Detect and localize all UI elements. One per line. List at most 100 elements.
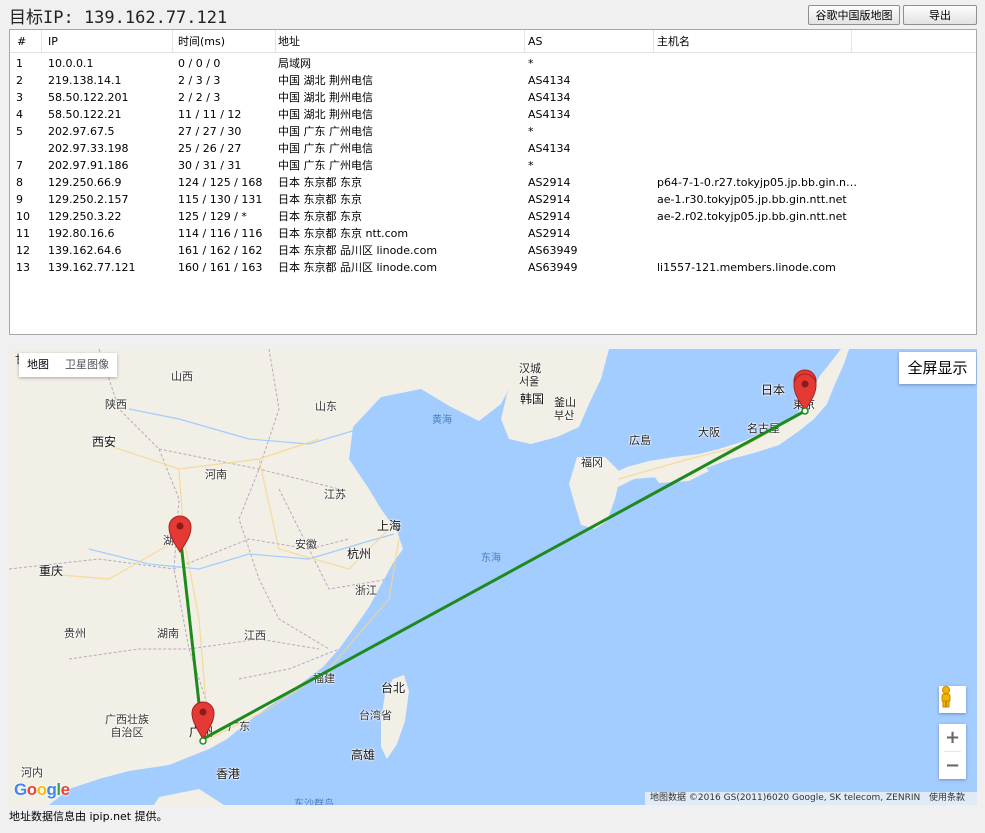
street-view-icon	[941, 686, 951, 708]
hop-ip: 129.250.3.22	[48, 210, 122, 223]
map-canvas	[9, 349, 849, 805]
hop-index: 7	[16, 159, 23, 172]
label-gaoxiong: 高雄	[351, 748, 376, 762]
table-row[interactable]: 4 58.50.122.21 11 / 11 / 12 中国 湖北 荆州电信 AS413…	[10, 106, 976, 123]
hop-index: 10	[16, 210, 30, 223]
hop-as: AS2914	[528, 227, 571, 240]
label-nagoya: 名古屋	[747, 422, 780, 435]
hop-ip: 139.162.77.121	[48, 261, 136, 274]
zoom-in-button[interactable]: +	[939, 724, 966, 751]
hop-as: *	[528, 57, 534, 70]
table-row[interactable]: 12 139.162.64.6 161 / 162 / 162 日本 东京都 品川区 …	[10, 242, 976, 259]
label-dongsha: 东沙群岛	[294, 799, 334, 805]
col-header-ip[interactable]: IP	[42, 30, 173, 52]
hop-as: AS4134	[528, 91, 571, 104]
label-korea: 韩国	[520, 392, 545, 406]
table-row[interactable]: 8 129.250.66.9 124 / 125 / 168 日本 东京都 东京 AS2…	[10, 174, 976, 191]
label-osaka: 大阪	[698, 426, 720, 439]
hop-location: 中国 广东 广州电信	[278, 142, 373, 155]
hop-hostname	[657, 89, 857, 106]
hop-as: *	[528, 125, 534, 138]
label-japan: 日本	[761, 383, 786, 397]
hop-ip: 219.138.14.1	[48, 74, 122, 87]
hop-location: 日本 东京都 东京 ntt.com	[278, 227, 409, 240]
label-hunan: 湖南	[157, 627, 179, 640]
hop-as: AS4134	[528, 74, 571, 87]
table-row[interactable]: 5 202.97.67.5 27 / 27 / 30 中国 广东 广州电信 *	[10, 123, 976, 140]
hop-time: 30 / 31 / 31	[178, 159, 242, 172]
fullscreen-button[interactable]: 全屏显示	[899, 352, 976, 384]
col-header-hostname[interactable]: 主机名	[654, 30, 852, 52]
label-fukuoka: 福冈	[581, 456, 603, 469]
label-east-sea: 东海	[481, 553, 501, 564]
table-row[interactable]: 10 129.250.3.22 125 / 129 / * 日本 东京都 东京 AS29…	[10, 208, 976, 225]
hop-time: 160 / 161 / 163	[178, 261, 263, 274]
table-row[interactable]: 7 202.97.91.186 30 / 31 / 31 中国 广东 广州电信 *	[10, 157, 976, 174]
google-china-map-button[interactable]: 谷歌中国版地图	[808, 5, 900, 25]
hop-location: 日本 东京都 品川区 linode.com	[278, 244, 438, 257]
hop-time: 27 / 27 / 30	[178, 125, 242, 138]
hop-as: AS2914	[528, 193, 571, 206]
map-attribution: 地图数据 ©2016 GS(2011)6020 Google, SK telec…	[645, 792, 977, 805]
hop-as: AS63949	[528, 244, 578, 257]
hop-index: 13	[16, 261, 30, 274]
table-row[interactable]: 13 139.162.77.121 160 / 161 / 163 日本 东京都 品川…	[10, 259, 976, 276]
hop-location: 中国 湖北 荆州电信	[278, 91, 373, 104]
hainan	[154, 789, 224, 805]
label-chongqing: 重庆	[39, 564, 64, 578]
google-logo[interactable]: Google	[14, 780, 70, 800]
table-row[interactable]: 9 129.250.2.157 115 / 130 / 131 日本 东京都 东京 AS…	[10, 191, 976, 208]
hop-as: AS4134	[528, 108, 571, 121]
terms-link[interactable]: 使用条款	[929, 792, 965, 805]
label-shandong: 山东	[315, 400, 337, 413]
map-type-roadmap[interactable]: 地图	[19, 353, 57, 377]
label-jiangxi: 江西	[244, 629, 266, 642]
hop-location: 日本 东京都 东京	[278, 176, 362, 189]
hop-ip: 202.97.67.5	[48, 125, 115, 138]
col-header-location[interactable]: 地址	[276, 30, 525, 52]
zoom-out-button[interactable]: −	[939, 752, 966, 779]
hop-location: 中国 湖北 荆州电信	[278, 74, 373, 87]
hop-ip: 129.250.2.157	[48, 193, 129, 206]
hop-time: 125 / 129 / *	[178, 210, 247, 223]
col-header-index[interactable]: #	[10, 30, 42, 52]
hop-location: 中国 广东 广州电信	[278, 125, 373, 138]
hop-hostname	[657, 123, 857, 140]
table-row[interactable]: 11 192.80.16.6 114 / 116 / 116 日本 东京都 东京 nt…	[10, 225, 976, 242]
hop-time: 124 / 125 / 168	[178, 176, 263, 189]
attribution-text: 地图数据 ©2016 GS(2011)6020 Google, SK telec…	[650, 793, 921, 803]
hop-time: 11 / 11 / 12	[178, 108, 242, 121]
route-map[interactable]: 甘肃 山西 陕西 山东 西安 河南 江苏 湖北 上海 安徽 杭州 重庆 浙江 湖…	[9, 349, 977, 805]
hop-time: 115 / 130 / 131	[178, 193, 263, 206]
label-guizhou: 贵州	[64, 627, 86, 640]
pegman-icon[interactable]	[939, 686, 966, 713]
label-yellow-sea: 黄海	[432, 415, 452, 426]
label-hongkong: 香港	[216, 767, 241, 781]
table-row[interactable]: 202.97.33.198 25 / 26 / 27 中国 广东 广州电信 AS413…	[10, 140, 976, 157]
hop-hostname	[657, 106, 857, 123]
export-button[interactable]: 导出	[903, 5, 977, 25]
hop-ip: 58.50.122.21	[48, 108, 122, 121]
hop-index: 8	[16, 176, 23, 189]
map-type-satellite[interactable]: 卫星图像	[57, 353, 117, 377]
hop-hostname	[657, 242, 857, 259]
table-row[interactable]: 3 58.50.122.201 2 / 2 / 3 中国 湖北 荆州电信 AS4134	[10, 89, 976, 106]
table-row[interactable]: 1 10.0.0.1 0 / 0 / 0 局域网 *	[10, 55, 976, 72]
label-taibei: 台北	[381, 681, 406, 695]
label-guangdong: 广东	[228, 720, 250, 733]
label-busan: 釜山 부산	[554, 396, 576, 422]
table-row[interactable]: 2 219.138.14.1 2 / 3 / 3 中国 湖北 荆州电信 AS4134	[10, 72, 976, 89]
label-jiangsu: 江苏	[324, 488, 346, 501]
hop-index: 11	[16, 227, 30, 240]
hop-index: 5	[16, 125, 23, 138]
hop-time: 25 / 26 / 27	[178, 142, 242, 155]
label-shanghai: 上海	[377, 519, 402, 533]
col-header-as[interactable]: AS	[525, 30, 654, 52]
col-header-time[interactable]: 时间(ms)	[173, 30, 276, 52]
table-header: # IP 时间(ms) 地址 AS 主机名	[10, 30, 976, 53]
hop-time: 2 / 2 / 3	[178, 91, 221, 104]
hop-hostname: li1557-121.members.linode.com	[657, 261, 836, 274]
zoom-control: + −	[939, 724, 966, 779]
hop-hostname: p64-7-1-0.r27.tokyjp05.jp.bb.gin.nt...	[657, 176, 857, 189]
label-zhejiang: 浙江	[355, 584, 377, 597]
